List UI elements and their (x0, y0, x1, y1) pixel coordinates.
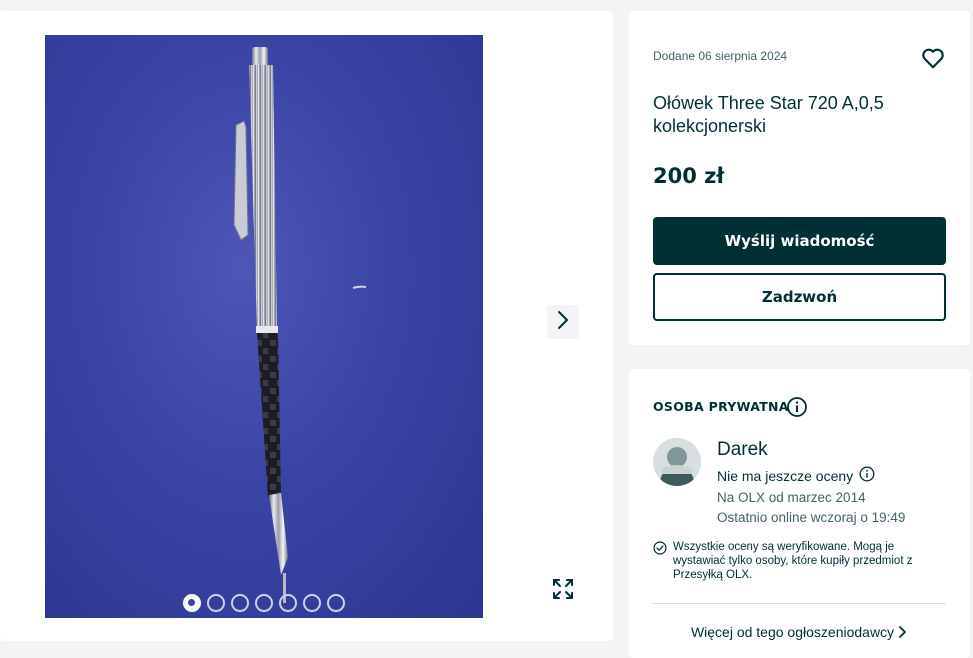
gallery-dot[interactable] (207, 594, 225, 612)
gallery-dot[interactable] (279, 594, 297, 612)
more-from-seller-link[interactable]: Więcej od tego ogłoszeniodawcy (629, 624, 970, 640)
image-gallery (0, 11, 613, 641)
seller-name[interactable]: Darek (717, 439, 768, 461)
chevron-right-icon (898, 624, 908, 640)
check-circle-icon (653, 540, 667, 582)
gallery-dot[interactable] (231, 594, 249, 612)
chevron-right-icon (555, 309, 571, 335)
listing-photo[interactable] (45, 35, 483, 618)
listing-title: Ołówek Three Star 720 A,0,5 kolekcjoners… (653, 93, 884, 136)
next-image-button[interactable] (547, 305, 579, 339)
send-message-button[interactable]: Wyślij wiadomość (653, 217, 946, 265)
verified-text: Wszystkie oceny są weryfikowane. Mogą je… (673, 541, 913, 581)
posted-date: Dodane 06 sierpnia 2024 (653, 49, 788, 63)
fullscreen-button[interactable] (547, 575, 579, 607)
heart-icon (920, 48, 946, 75)
seller-avatar (653, 438, 701, 486)
more-link-label: Więcej od tego ogłoszeniodawcy (690, 624, 895, 640)
expand-icon (551, 577, 575, 605)
gallery-dot[interactable] (183, 594, 201, 612)
gallery-dot[interactable] (255, 594, 273, 612)
offer-card: Dodane 06 sierpnia 2024 Ołówek Three Sta… (629, 11, 970, 345)
gallery-dot[interactable] (303, 594, 321, 612)
seller-rating: Nie ma jeszcze oceny (717, 466, 875, 485)
gallery-dot[interactable] (327, 594, 345, 612)
call-button[interactable]: Zadzwoń (653, 273, 946, 321)
last-online: Ostatnio online wczoraj o 19:49 (717, 510, 906, 525)
seller-type-label: OSOBA PRYWATNA (653, 399, 789, 414)
verified-ratings-note: Wszystkie oceny są weryfikowane. Mogą je… (653, 540, 943, 582)
info-icon[interactable] (786, 396, 808, 418)
divider (653, 603, 946, 604)
rating-text: Nie ma jeszcze oceny (717, 467, 854, 484)
info-icon[interactable] (859, 466, 875, 485)
member-since: Na OLX od marzec 2014 (717, 490, 866, 505)
favorite-button[interactable] (920, 45, 946, 71)
seller-card: OSOBA PRYWATNA Darek Nie ma jeszcze ocen… (629, 369, 970, 658)
gallery-pagination (183, 594, 345, 612)
listing-price: 200 zł (653, 164, 725, 188)
